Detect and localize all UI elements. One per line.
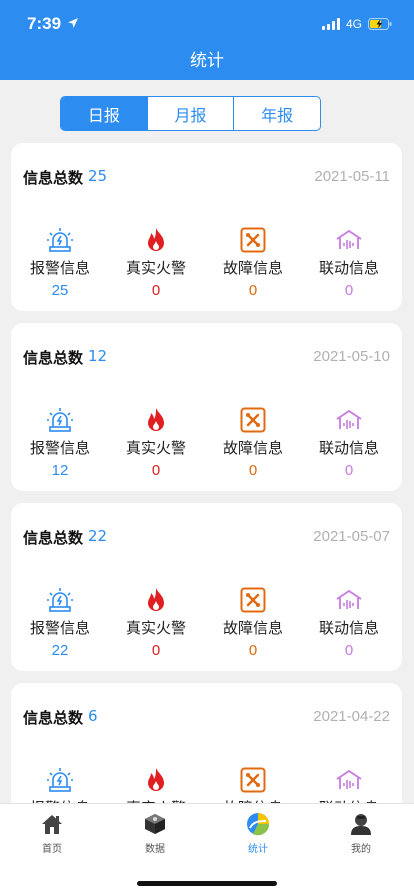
tabbar-home-label: 首页 — [42, 844, 62, 855]
stat-fault: 故障信息 0 — [208, 587, 298, 659]
stat-label-fire: 真实火警 — [125, 439, 186, 457]
app-header: 7:39 4G 统计 — [0, 0, 414, 80]
stat-alarm: 报警信息 22 — [15, 587, 105, 659]
fault-tools-icon — [240, 407, 266, 433]
stat-label-fault: 故障信息 — [222, 439, 283, 457]
stat-value-linkage: 0 — [344, 642, 354, 659]
stat-linkage: 联动信息 0 — [304, 227, 394, 299]
card-title: 信息总数 — [23, 709, 84, 727]
stat-alarm: 报警信息 12 — [15, 407, 105, 479]
stat-label-fire: 真实火警 — [125, 259, 186, 277]
stat-label-fire: 真实火警 — [125, 619, 186, 637]
tabbar-data-label: 数据 — [145, 844, 165, 855]
network-label: 4G — [345, 17, 362, 31]
stat-fire: 真实火警 0 — [111, 407, 201, 479]
alarm-light-icon — [47, 768, 73, 792]
fire-icon — [148, 768, 164, 791]
report-period-tabs: 日报 月报 年报 — [60, 96, 321, 131]
fire-icon — [148, 408, 164, 431]
home-indicator — [137, 881, 277, 886]
stat-value-linkage: 0 — [344, 462, 354, 479]
stat-fire: 真实火警 0 — [111, 227, 201, 299]
linkage-house-icon — [336, 229, 362, 249]
stat-label-linkage: 联动信息 — [318, 259, 379, 277]
status-bar: 7:39 4G — [0, 0, 414, 44]
stat-value-fire: 0 — [151, 462, 161, 479]
stat-fault: 故障信息 0 — [208, 407, 298, 479]
battery-icon — [368, 18, 392, 30]
card-title: 信息总数 — [23, 349, 84, 367]
stat-value-fault: 0 — [248, 642, 258, 659]
stat-value-alarm: 25 — [51, 282, 69, 299]
linkage-house-icon — [336, 769, 362, 789]
stat-value-fault: 0 — [248, 282, 258, 299]
signal-icon — [321, 18, 340, 30]
total-count: 12 — [88, 347, 108, 365]
page-title: 统计 — [190, 51, 224, 71]
tab-yearly[interactable]: 年报 — [234, 97, 320, 130]
card-title: 信息总数 — [23, 529, 84, 547]
stat-value-alarm: 12 — [51, 462, 69, 479]
report-date: 2021-05-11 — [314, 168, 390, 185]
total-count: 22 — [88, 527, 108, 545]
stat-value-fault: 0 — [248, 462, 258, 479]
report-date: 2021-04-22 — [313, 708, 390, 725]
report-card[interactable]: 信息总数 25 2021-05-11 报警信息 25 真实火警 0 故障信息 0 — [11, 143, 402, 311]
card-title: 信息总数 — [23, 169, 84, 187]
stat-label-alarm: 报警信息 — [29, 259, 90, 277]
profile-icon — [351, 814, 371, 835]
report-card[interactable]: 信息总数 22 2021-05-07 报警信息 22 真实火警 0 故障信息 0 — [11, 503, 402, 671]
fire-icon — [148, 588, 164, 611]
stats-icon — [247, 813, 270, 836]
location-arrow-icon — [68, 18, 78, 28]
tab-monthly[interactable]: 月报 — [148, 97, 235, 130]
total-count: 6 — [88, 707, 98, 725]
home-icon — [42, 815, 62, 834]
stat-label-fault: 故障信息 — [222, 259, 283, 277]
fault-tools-icon — [240, 767, 266, 793]
stat-linkage: 联动信息 0 — [304, 587, 394, 659]
stat-value-fire: 0 — [151, 642, 161, 659]
report-date: 2021-05-07 — [313, 528, 390, 545]
stat-value-alarm: 22 — [51, 642, 69, 659]
bottom-tab-bar: 首页 数据 统计 我的 — [0, 803, 414, 896]
stat-value-fire: 0 — [151, 282, 161, 299]
linkage-house-icon — [336, 409, 362, 429]
data-icon — [145, 814, 165, 834]
status-indicators: 4G — [321, 17, 392, 31]
alarm-light-icon — [47, 588, 73, 612]
status-time: 7:39 — [27, 14, 62, 33]
stat-label-alarm: 报警信息 — [29, 619, 90, 637]
tab-daily[interactable]: 日报 — [61, 97, 148, 130]
report-card[interactable]: 信息总数 12 2021-05-10 报警信息 12 真实火警 0 故障信息 0 — [11, 323, 402, 491]
stat-linkage: 联动信息 0 — [304, 407, 394, 479]
tabbar-home[interactable]: 首页 — [22, 812, 82, 855]
fault-tools-icon — [240, 587, 266, 613]
stat-label-fault: 故障信息 — [222, 619, 283, 637]
linkage-house-icon — [336, 589, 362, 609]
fault-tools-icon — [240, 227, 266, 253]
fire-icon — [148, 228, 164, 251]
stat-fire: 真实火警 0 — [111, 587, 201, 659]
stat-fault: 故障信息 0 — [208, 227, 298, 299]
tabbar-profile-label: 我的 — [351, 844, 371, 855]
report-date: 2021-05-10 — [313, 348, 390, 365]
tabbar-stats-label: 统计 — [248, 844, 268, 855]
alarm-light-icon — [47, 228, 73, 252]
stat-label-linkage: 联动信息 — [318, 439, 379, 457]
stat-label-linkage: 联动信息 — [318, 619, 379, 637]
tabbar-stats[interactable]: 统计 — [228, 812, 288, 855]
stat-value-linkage: 0 — [344, 282, 354, 299]
total-count: 25 — [88, 167, 108, 185]
alarm-light-icon — [47, 408, 73, 432]
stat-label-alarm: 报警信息 — [29, 439, 90, 457]
tabbar-data[interactable]: 数据 — [125, 812, 185, 855]
tabbar-profile[interactable]: 我的 — [331, 812, 391, 855]
stat-alarm: 报警信息 25 — [15, 227, 105, 299]
